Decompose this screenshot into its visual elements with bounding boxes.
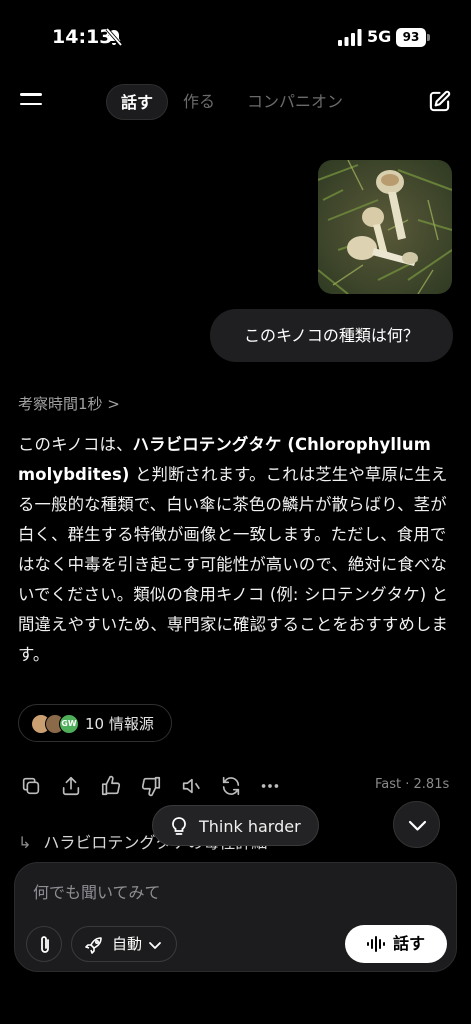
thumbs-up-icon[interactable] bbox=[100, 775, 122, 797]
network-type: 5G bbox=[367, 27, 392, 46]
voice-wave-icon bbox=[367, 936, 385, 952]
voice-talk-button[interactable]: 話す bbox=[345, 925, 447, 963]
user-message-bubble: このキノコの種類は何？ bbox=[210, 309, 453, 362]
paperclip-icon bbox=[41, 936, 49, 953]
think-harder-label: Think harder bbox=[199, 817, 301, 836]
battery-level: 93 bbox=[396, 28, 426, 47]
hamburger-menu-icon[interactable] bbox=[20, 93, 42, 111]
mode-selector[interactable]: 自動 bbox=[71, 926, 177, 962]
signal-icon bbox=[338, 29, 362, 46]
mode-label: 自動 bbox=[112, 935, 143, 953]
voice-talk-label: 話す bbox=[393, 934, 426, 953]
tab-companion[interactable]: コンパニオン bbox=[247, 84, 343, 120]
status-bar: 14:13 5G 93 bbox=[0, 0, 471, 70]
thought-duration-toggle[interactable]: 考察時間1秒 > bbox=[18, 393, 120, 414]
user-uploaded-image[interactable] bbox=[318, 160, 452, 294]
assistant-answer: このキノコは、ハラビロテングタケ (Chlorophyllum molybdit… bbox=[18, 430, 454, 670]
rocket-icon bbox=[85, 937, 102, 954]
copy-icon[interactable] bbox=[20, 775, 42, 797]
sources-button[interactable]: GW 10 情報源 bbox=[18, 704, 172, 742]
chevron-down-icon bbox=[149, 942, 161, 949]
share-icon[interactable] bbox=[60, 775, 82, 797]
answer-body: と判断されます。これは芝生や草原に生える一般的な種類で、白い傘に茶色の鱗片が散ら… bbox=[18, 465, 449, 664]
response-timing: Fast · 2.81s bbox=[375, 777, 450, 792]
read-aloud-icon[interactable] bbox=[180, 775, 202, 797]
composer-input[interactable]: 何でも聞いてみて bbox=[33, 879, 161, 903]
scroll-to-bottom-button[interactable] bbox=[393, 801, 440, 848]
battery-icon: 93 bbox=[396, 28, 430, 47]
tab-create[interactable]: 作る bbox=[183, 84, 215, 120]
arrow-return-icon: ↳ bbox=[18, 833, 32, 852]
more-options-icon[interactable] bbox=[259, 775, 281, 797]
think-harder-button[interactable]: Think harder bbox=[152, 805, 319, 846]
lightbulb-icon bbox=[172, 817, 186, 835]
message-composer[interactable]: 何でも聞いてみて 自動 話す bbox=[14, 862, 457, 972]
sources-label: 10 情報源 bbox=[85, 715, 154, 733]
chevron-down-icon bbox=[408, 820, 427, 831]
attach-button[interactable] bbox=[26, 926, 62, 962]
source-gw-icon: GW bbox=[59, 714, 79, 734]
bell-off-icon bbox=[105, 27, 123, 47]
new-chat-icon[interactable] bbox=[428, 90, 451, 113]
thumbs-down-icon[interactable] bbox=[140, 775, 162, 797]
regenerate-icon[interactable] bbox=[220, 775, 242, 797]
answer-intro: このキノコは、 bbox=[18, 435, 133, 454]
tab-talk[interactable]: 話す bbox=[106, 84, 169, 120]
